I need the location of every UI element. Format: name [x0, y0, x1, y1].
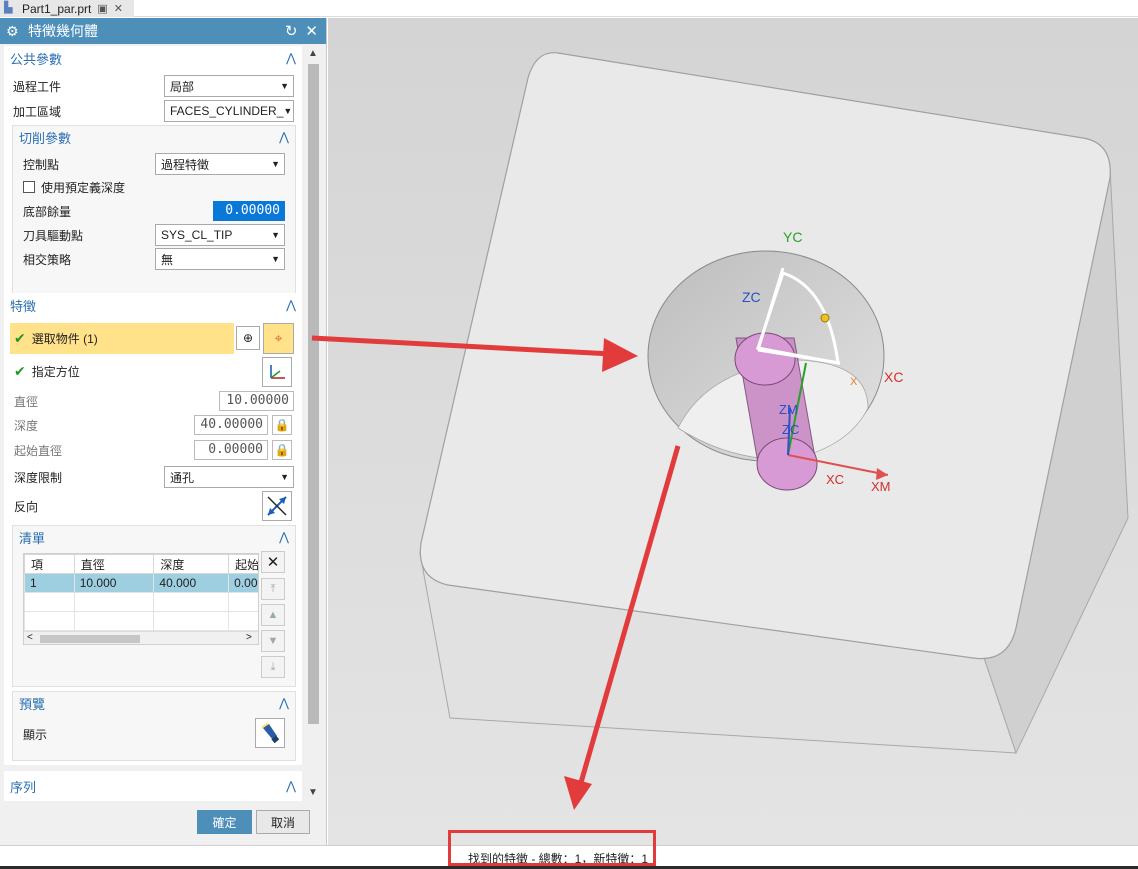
annotation-arrow-select	[311, 335, 613, 357]
annotation-arrowhead-status	[564, 776, 592, 810]
annotation-arrowhead-select	[602, 338, 638, 372]
status-message: 找到的特徵 - 總數：1，新特徵：1	[468, 852, 649, 866]
annotation-arrow-status	[577, 445, 681, 787]
annotation-overlay	[311, 335, 681, 810]
